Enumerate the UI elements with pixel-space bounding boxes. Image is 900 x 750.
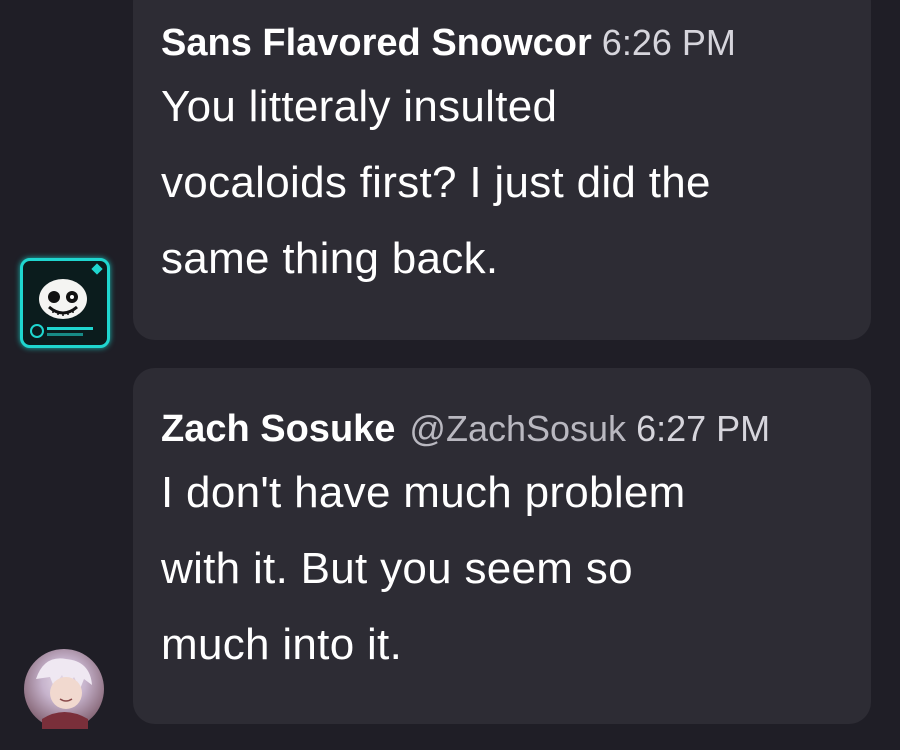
message-text: You litteraly insulted vocaloids first? … bbox=[161, 69, 843, 297]
message-bubble[interactable]: Sans Flavored Snowcor 6:26 PM You litter… bbox=[133, 0, 871, 340]
skull-icon bbox=[30, 263, 103, 338]
message-line: You litteraly insulted bbox=[161, 82, 558, 131]
message-text: I don't have much problem with it. But y… bbox=[161, 455, 843, 683]
message-timestamp: 6:27 PM bbox=[636, 408, 771, 449]
message-line: vocaloids first? I just did the bbox=[161, 158, 711, 207]
author-handle[interactable]: @ZachSosuk bbox=[409, 408, 626, 450]
message-header: Sans Flavored Snowcor 6:26 PM bbox=[161, 22, 843, 65]
message-line: with it. But you seem so bbox=[161, 544, 633, 593]
message-header: Zach Sosuke @ZachSosuk 6:27 PM bbox=[161, 408, 843, 451]
author-name[interactable]: Sans Flavored Snowcor bbox=[161, 22, 592, 65]
author-name[interactable]: Zach Sosuke bbox=[161, 408, 395, 451]
message-timestamp: 6:26 PM bbox=[601, 22, 736, 63]
message-bubble[interactable]: Zach Sosuke @ZachSosuk 6:27 PM I don't h… bbox=[133, 368, 871, 724]
character-portrait-icon bbox=[36, 658, 92, 729]
anime-character-avatar-icon[interactable] bbox=[24, 649, 104, 729]
message-line: I don't have much problem bbox=[161, 468, 686, 517]
message-line: much into it. bbox=[161, 620, 403, 669]
sans-skull-avatar-icon[interactable] bbox=[20, 258, 110, 348]
chat-thread: Sans Flavored Snowcor 6:26 PM You litter… bbox=[0, 0, 900, 750]
message-line: same thing back. bbox=[161, 234, 499, 283]
